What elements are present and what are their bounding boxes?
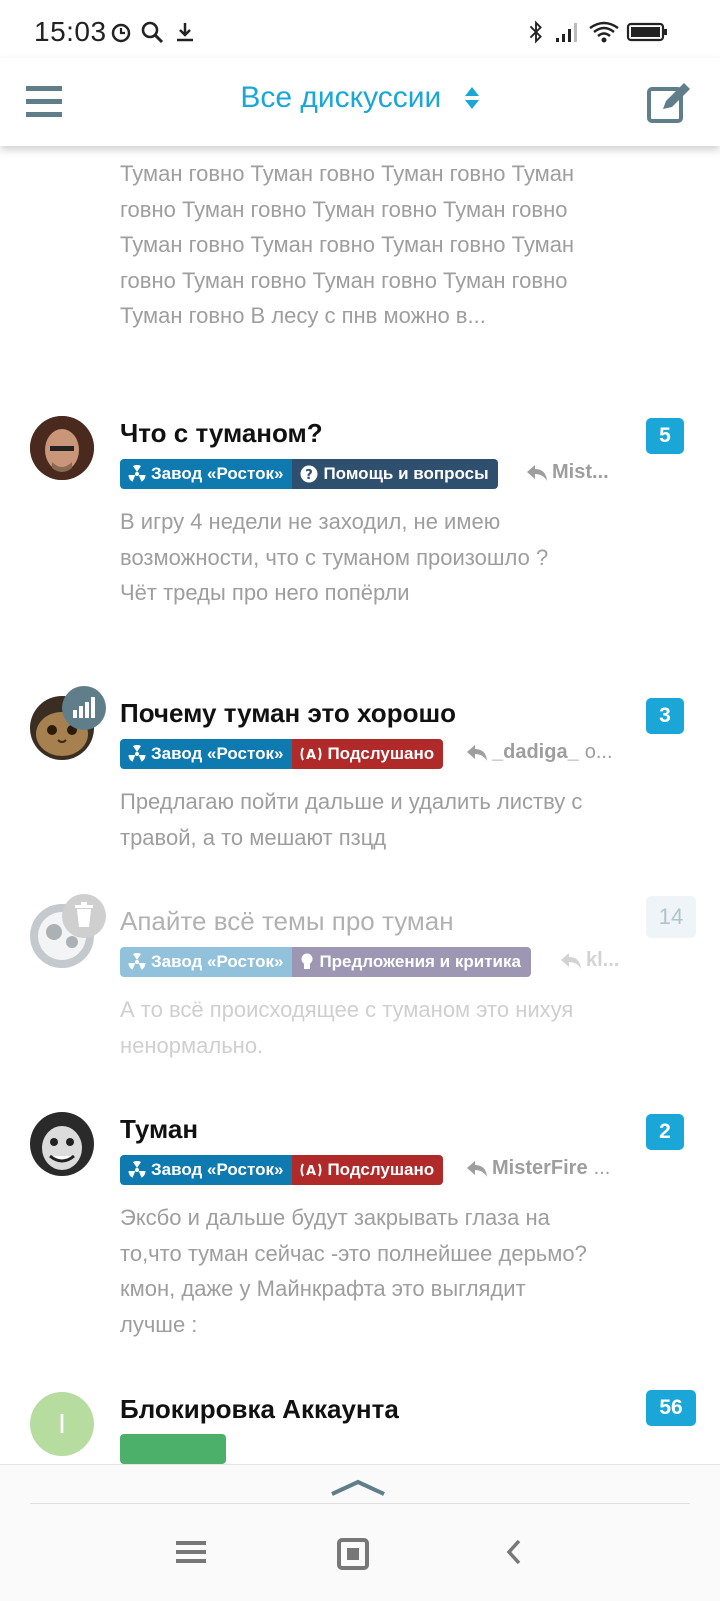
- discussion-title[interactable]: Блокировка Аккаунта: [120, 1394, 399, 1425]
- page-title: Все дискуссии: [240, 81, 442, 115]
- broadcast-icon: A: [300, 747, 322, 763]
- last-post-suffix: ...: [593, 1157, 611, 1179]
- tag-group: Завод «Росток» ? Помощь и вопросы: [120, 459, 498, 489]
- trash-icon: [75, 902, 93, 927]
- last-post-info[interactable]: _dadiga_ о...: [466, 741, 613, 764]
- reply-icon: [527, 464, 547, 481]
- lightbulb-icon: [301, 953, 313, 969]
- tag-podslushano[interactable]: A Подслушано: [292, 739, 444, 769]
- bottom-bar: [0, 1464, 720, 1601]
- discussion-filter-dropdown[interactable]: Все дискуссии: [0, 80, 720, 115]
- discussion-excerpt: Эксбо и дальше будут закрывать глаза на …: [120, 1205, 587, 1337]
- reply-icon: [467, 1160, 487, 1177]
- discussion-excerpt: А то всё происходящее с туманом это ниху…: [120, 997, 574, 1058]
- tag-label: Подслушано: [327, 744, 435, 763]
- alarm-icon: [111, 23, 131, 43]
- wifi-icon: [589, 21, 619, 43]
- download-icon: [177, 23, 193, 42]
- divider: [30, 1503, 690, 1504]
- discussion-title[interactable]: Апайте всё темы про туман: [120, 906, 454, 937]
- tag-group[interactable]: [120, 1434, 226, 1464]
- battery-icon: [626, 22, 667, 42]
- avatar[interactable]: [30, 416, 94, 480]
- last-post-user: MisterFire: [492, 1157, 588, 1179]
- radiation-icon: [128, 465, 146, 482]
- tag-label: Завод «Росток»: [151, 952, 284, 971]
- bluetooth-icon: [529, 20, 542, 44]
- tag-label: Помощь и вопросы: [323, 464, 489, 483]
- radiation-icon: [128, 1161, 146, 1178]
- tag-podslushano[interactable]: A Подслушано: [292, 1155, 444, 1185]
- tag-group: Завод «Росток» A Подслушано: [120, 1155, 444, 1185]
- signal-bars-icon: [73, 697, 95, 718]
- back-icon[interactable]: [504, 1537, 524, 1567]
- svg-text:A: A: [306, 748, 316, 763]
- sort-icon: [464, 87, 479, 110]
- tag-zavod[interactable]: Завод «Росток»: [120, 739, 293, 769]
- discussion-excerpt: Предлагаю пойти дальше и удалить листву …: [120, 789, 583, 850]
- hidden-badge: [62, 894, 106, 938]
- last-post-info[interactable]: Mist...: [526, 461, 609, 484]
- svg-text:?: ?: [306, 468, 314, 483]
- signal-icon: [556, 23, 577, 42]
- reply-count-badge: 5: [646, 418, 684, 454]
- tag-label: Завод «Росток»: [151, 1160, 284, 1179]
- reply-count-badge: 2: [646, 1114, 684, 1150]
- discussion-list: Туман говно Туман говно Туман говно Тума…: [0, 146, 720, 1464]
- avatar[interactable]: I: [30, 1392, 94, 1456]
- question-icon: ?: [300, 465, 318, 483]
- tag-zavod[interactable]: Завод «Росток»: [120, 947, 293, 977]
- tag-group: Завод «Росток» Предложения и критика: [120, 947, 531, 977]
- tag-label: Завод «Росток»: [151, 744, 284, 763]
- last-post-user: _dadiga_: [492, 741, 579, 763]
- avatar[interactable]: [30, 1112, 94, 1176]
- last-post-suffix: о...: [584, 741, 613, 763]
- tag-group: Завод «Росток» A Подслушано: [120, 739, 444, 769]
- reply-count-badge: 14: [646, 896, 696, 938]
- compose-icon[interactable]: [646, 78, 694, 126]
- chevron-up-icon[interactable]: [330, 1477, 386, 1497]
- tag-label: Предложения и критика: [319, 952, 521, 971]
- radiation-icon: [128, 953, 146, 970]
- last-post-user: kl...: [586, 949, 620, 971]
- app-header: Все дискуссии: [0, 58, 720, 146]
- tag-help[interactable]: ? Помощь и вопросы: [292, 459, 498, 489]
- reply-count-badge: 3: [646, 698, 684, 734]
- last-post-info[interactable]: kl...: [560, 949, 619, 972]
- search-icon: [141, 21, 164, 44]
- popular-badge: [62, 686, 106, 730]
- discussion-title[interactable]: Почему туман это хорошо: [120, 698, 456, 729]
- status-time: 15:03: [34, 16, 107, 47]
- recents-menu-icon[interactable]: [174, 1537, 208, 1567]
- tag-predlozheniya[interactable]: Предложения и критика: [292, 947, 531, 977]
- last-post-user: Mist...: [552, 461, 609, 483]
- tag-label: Завод «Росток»: [151, 464, 284, 483]
- discussion-title[interactable]: Что с туманом?: [120, 418, 323, 449]
- discussion-excerpt: В игру 4 недели не заходил, не имею возм…: [120, 509, 549, 605]
- tag-label: Подслушано: [327, 1160, 435, 1179]
- reply-icon: [467, 744, 487, 761]
- reply-count-badge: 56: [646, 1390, 696, 1426]
- home-icon[interactable]: [336, 1537, 370, 1571]
- reply-icon: [561, 952, 581, 969]
- broadcast-icon: A: [300, 1163, 322, 1179]
- tag-zavod[interactable]: Завод «Росток»: [120, 1155, 293, 1185]
- svg-text:A: A: [306, 1164, 316, 1179]
- discussion-excerpt: Туман говно Туман говно Туман говно Тума…: [120, 161, 575, 328]
- discussion-title[interactable]: Туман: [120, 1114, 198, 1145]
- radiation-icon: [128, 745, 146, 762]
- tag-zavod[interactable]: Завод «Росток»: [120, 459, 293, 489]
- status-bar: 15:03: [0, 0, 720, 58]
- last-post-info[interactable]: MisterFire ...: [466, 1157, 610, 1180]
